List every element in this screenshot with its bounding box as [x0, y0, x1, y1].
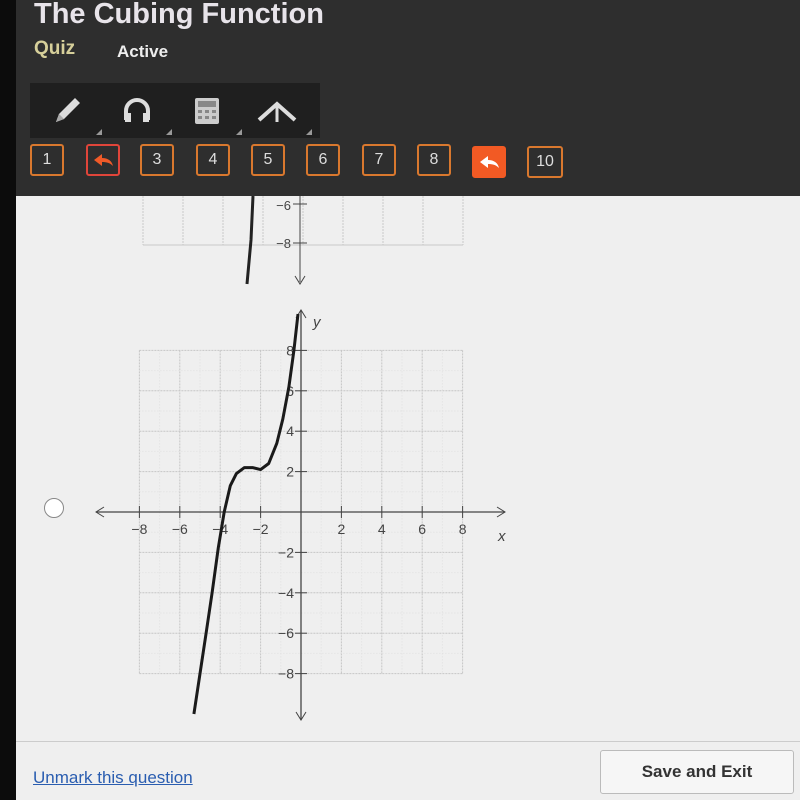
calculator-tool-button[interactable]: [182, 91, 242, 135]
activity-type: Quiz: [34, 38, 76, 59]
pencil-icon: [56, 98, 80, 122]
question-2-button[interactable]: [86, 144, 120, 176]
footer-divider: [16, 741, 800, 742]
question-8-button[interactable]: 8: [417, 144, 451, 176]
question-4-button[interactable]: 4: [196, 144, 230, 176]
screen-bezel: [0, 0, 16, 800]
quiz-header: The Cubing Function Quiz Active 1 345678 1…: [16, 0, 800, 196]
question-content: [16, 196, 800, 800]
question-5-button[interactable]: 5: [251, 144, 285, 176]
question-9-button[interactable]: [472, 146, 506, 178]
save-and-exit-button[interactable]: Save and Exit: [600, 750, 794, 794]
collapse-tool-button[interactable]: [252, 91, 312, 135]
status-label: Active: [117, 42, 169, 61]
audio-tool-button[interactable]: [112, 91, 172, 135]
pencil-tool-button[interactable]: [42, 91, 102, 135]
toolbar: [30, 83, 320, 138]
reply-arrow-icon: [94, 154, 113, 166]
reply-arrow-icon: [480, 156, 499, 168]
question-3-button[interactable]: 3: [140, 144, 174, 176]
page-title: The Cubing Function: [34, 0, 324, 30]
question-6-button[interactable]: 6: [306, 144, 340, 176]
question-10-button[interactable]: 10: [527, 146, 563, 178]
calculator-icon: [195, 98, 219, 124]
headphones-icon: [124, 98, 150, 122]
up-caret-icon: [257, 101, 297, 122]
question-7-button[interactable]: 7: [362, 144, 396, 176]
answer-option-radio[interactable]: [44, 498, 64, 518]
unmark-question-link[interactable]: Unmark this question: [33, 768, 193, 788]
question-1-button[interactable]: 1: [30, 144, 64, 176]
